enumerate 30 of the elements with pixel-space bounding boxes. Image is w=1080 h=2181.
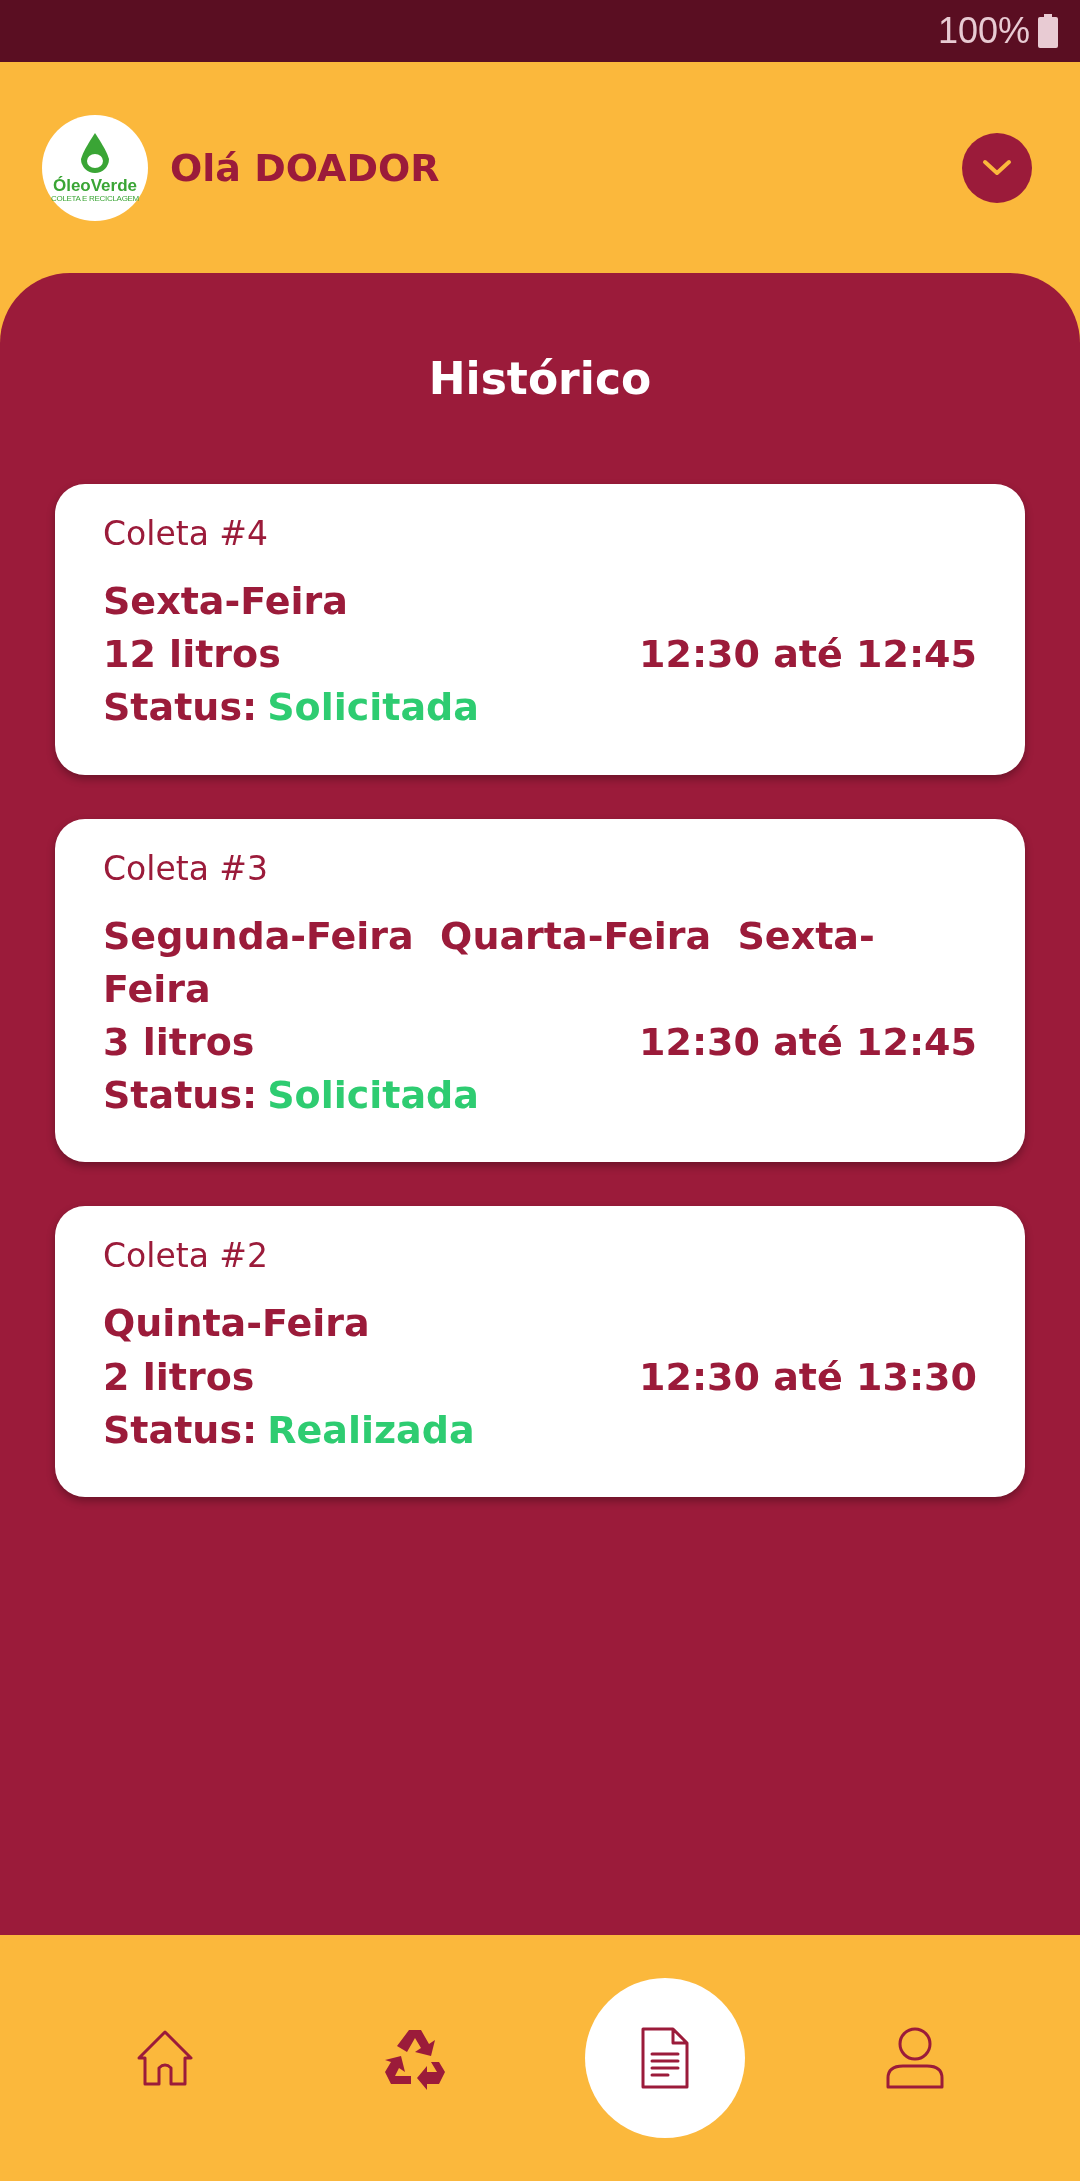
- amount: 12 litros: [103, 631, 281, 679]
- document-icon: [640, 2026, 690, 2090]
- battery-icon: [1038, 14, 1058, 48]
- logo-name: ÓleoVerde: [52, 177, 138, 195]
- amount: 2 litros: [103, 1353, 255, 1401]
- amount: 3 litros: [103, 1018, 255, 1066]
- weekdays: Segunda-Feira Quarta-Feira Sexta-Feira: [103, 912, 876, 1013]
- page-title: Histórico: [428, 353, 652, 404]
- battery-level: 100%: [937, 10, 1030, 52]
- time-range: 12:30 até 13:30: [639, 1353, 977, 1401]
- status-value: Realizada: [267, 1406, 475, 1454]
- status-value: Solicitada: [267, 684, 479, 732]
- weekdays: Sexta-Feira: [103, 578, 349, 625]
- collection-card[interactable]: Coleta #2 Quinta-Feira 2 litros 12:30 até 13:30 Status: Realizada: [55, 1206, 1025, 1497]
- collection-title: Coleta #4: [103, 514, 269, 553]
- logo-tagline: COLETA E RECICLAGEM: [51, 194, 139, 204]
- status-label: Status:: [103, 684, 258, 732]
- weekdays: Quinta-Feira: [103, 1300, 371, 1348]
- collection-card[interactable]: Coleta #4 Sexta-Feira 12 litros 12:30 até 12:45 Status: Solicitada: [55, 484, 1025, 775]
- time-range: 12:30 até 12:45: [639, 1018, 977, 1066]
- status-value: Solicitada: [267, 1072, 479, 1120]
- collection-title: Coleta #2: [103, 1236, 269, 1276]
- chevron-down-icon: [981, 157, 1013, 178]
- status-label: Status:: [103, 1406, 258, 1454]
- collection-title: Coleta #3: [103, 848, 269, 888]
- status-label: Status:: [103, 1072, 258, 1120]
- collection-card[interactable]: Coleta #3 Segunda-Feira Quarta-Feira Sexta-Feira 3 litros 12:30 até 12:45 Status: Solicitada: [55, 818, 1025, 1163]
- greeting: Olá DOADOR: [170, 145, 441, 190]
- profile-icon: [885, 2026, 945, 2090]
- time-range: 12:30 até 12:45: [639, 631, 977, 679]
